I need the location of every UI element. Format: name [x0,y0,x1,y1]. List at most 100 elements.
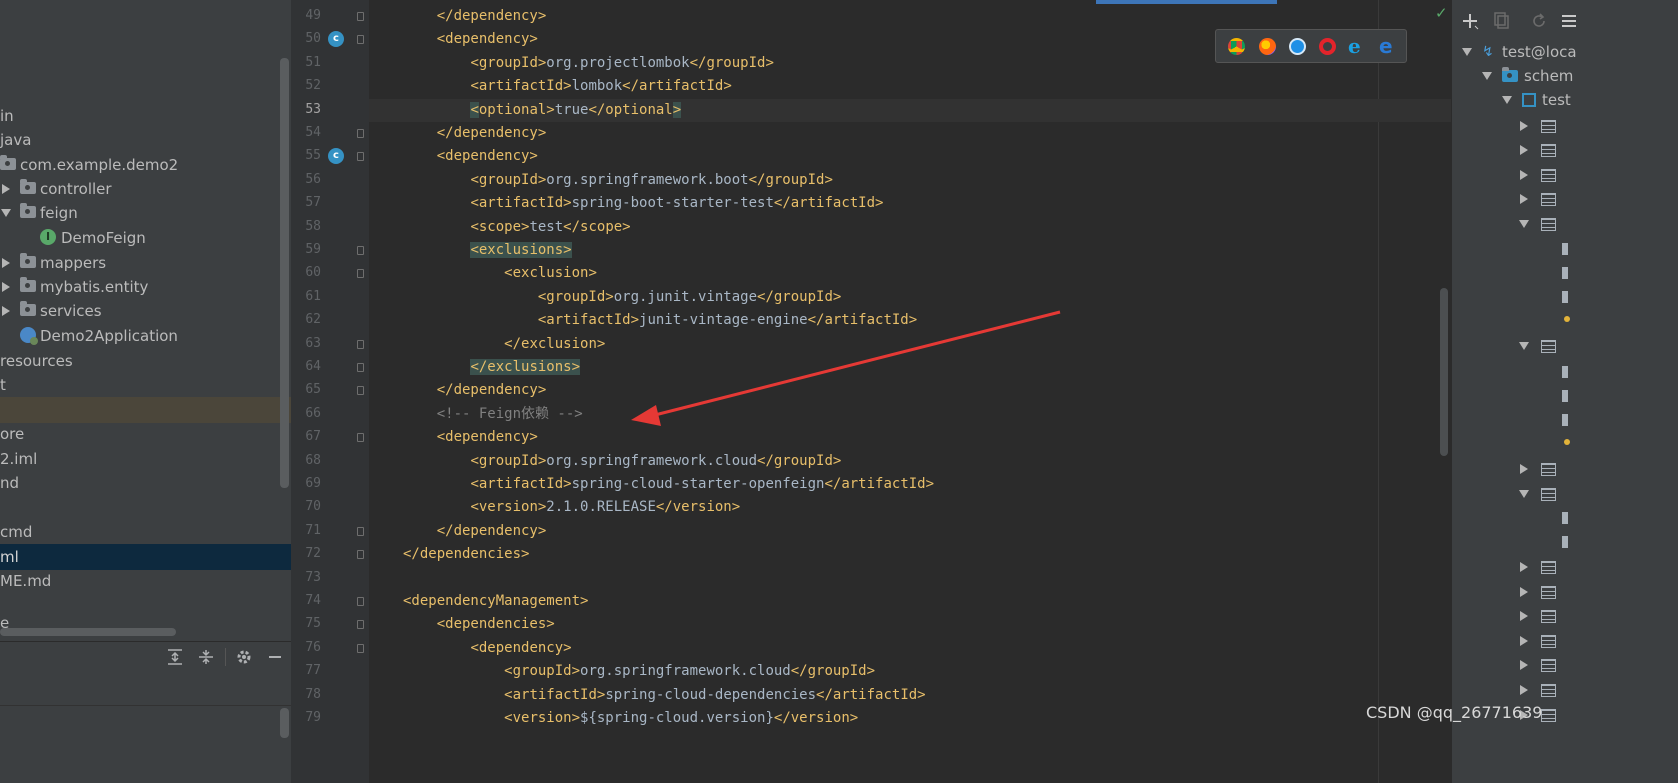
table-icon[interactable] [1541,635,1556,648]
tree-item-pom-xml[interactable]: ml [0,544,291,570]
line-number: 57 [305,195,321,211]
column-icon [1562,291,1568,303]
collapse-arrow-icon[interactable] [1482,72,1492,80]
expand-arrow-icon[interactable] [2,282,10,292]
tree-item-help-md[interactable]: nd [0,470,291,496]
vertical-scrollbar-bottom[interactable] [280,708,289,738]
table-icon[interactable] [1541,120,1556,133]
tree-item-controller[interactable]: controller [0,176,291,202]
tree-item-label: Demo2Application [40,327,178,345]
tree-item-services[interactable]: services [0,298,291,324]
collapse-arrow-icon[interactable] [1502,96,1512,104]
fold-marker-icon[interactable] [357,433,364,443]
properties-icon[interactable] [1560,12,1578,30]
fold-marker-icon[interactable] [357,339,364,349]
package-folder-icon [20,253,36,268]
tree-item-java[interactable]: java [0,127,291,153]
fold-marker-icon[interactable] [357,363,364,372]
collapse-arrow-icon[interactable] [1519,342,1529,350]
expand-arrow-icon[interactable] [1520,636,1528,646]
add-icon[interactable] [1462,12,1480,30]
table-icon[interactable] [1541,586,1556,599]
fold-marker-icon[interactable] [357,620,364,630]
copy-icon[interactable] [1494,12,1510,30]
dependency-update-icon[interactable]: c [328,31,344,48]
tree-item-package[interactable]: com.example.demo2 [0,152,291,178]
tree-item-mvnw-cmd[interactable]: cmd [0,519,291,545]
horizontal-scrollbar[interactable] [0,628,176,636]
tree-item-iml[interactable]: 2.iml [0,446,291,472]
fold-marker-icon[interactable] [357,129,364,138]
fold-marker-icon[interactable] [357,269,364,279]
expand-arrow-icon[interactable] [1520,145,1528,155]
tree-item-feign[interactable]: feign [0,200,291,226]
tree-item-highlighted[interactable] [0,397,291,423]
expand-arrow-icon[interactable] [1520,121,1528,131]
line-number: 59 [305,242,321,257]
fold-marker-icon[interactable] [357,35,364,45]
fold-marker-icon[interactable] [357,597,364,606]
fold-marker-icon[interactable] [357,643,364,653]
tree-item-mappers[interactable]: mappers [0,250,291,276]
expand-arrow-icon[interactable] [1520,660,1528,670]
table-icon[interactable] [1541,193,1556,206]
vertical-scrollbar[interactable] [280,58,289,488]
tree-item-demo2application[interactable]: Demo2Application [0,323,291,349]
tree-item-mvnw[interactable] [0,495,291,521]
tree-item-demofeign[interactable]: I DemoFeign [0,225,291,251]
collapse-arrow-icon[interactable] [1,209,11,217]
expand-arrow-icon[interactable] [1520,194,1528,204]
fold-marker-icon[interactable] [357,386,364,396]
minimize-icon[interactable] [266,648,284,666]
table-icon[interactable] [1541,169,1556,182]
table-icon[interactable] [1541,488,1556,501]
expand-arrow-icon[interactable] [1520,170,1528,180]
expand-arrow-icon[interactable] [1520,685,1528,695]
collapse-arrow-icon[interactable] [1462,48,1472,56]
table-icon[interactable] [1541,218,1556,231]
line-number: 65 [305,382,321,398]
expand-arrow-icon[interactable] [1520,611,1528,621]
table-icon[interactable] [1541,463,1556,476]
table-icon[interactable] [1541,144,1556,157]
collapse-arrow-icon[interactable] [1519,490,1529,498]
tree-item-label: feign [40,204,78,222]
dependency-update-icon[interactable]: c [328,148,344,165]
table-icon[interactable] [1541,659,1556,672]
tree-item-resources[interactable]: resources [0,348,291,374]
tree-item-test[interactable]: t [0,372,291,398]
collapse-arrow-icon[interactable] [1519,220,1529,228]
key-icon [1564,439,1570,445]
tree-item-label: mybatis.entity [40,278,149,296]
table-icon[interactable] [1541,709,1556,722]
package-folder-icon [20,179,36,194]
package-folder-icon [20,277,36,292]
expand-arrow-icon[interactable] [1520,587,1528,597]
tree-item-label: in [0,107,14,125]
collapse-all-icon[interactable] [197,648,215,666]
tree-item-main[interactable]: in [0,103,291,129]
table-icon[interactable] [1541,610,1556,623]
expand-arrow-icon[interactable] [2,258,10,268]
fold-marker-icon[interactable] [357,526,364,536]
expand-all-icon[interactable] [166,648,184,666]
fold-marker-icon[interactable] [357,246,364,255]
tree-item-mybatis-entity[interactable]: mybatis.entity [0,274,291,300]
line-number: 74 [305,593,321,608]
expand-arrow-icon[interactable] [2,306,10,316]
table-icon[interactable] [1541,561,1556,574]
fold-marker-icon[interactable] [357,550,364,560]
expand-arrow-icon[interactable] [2,184,10,194]
tree-item-readme[interactable]: ME.md [0,568,291,594]
expand-arrow-icon[interactable] [1520,464,1528,474]
line-number: 78 [305,686,321,702]
code-editor[interactable]: </dependency> <dependency> <groupId>org.… [369,0,1451,783]
table-icon[interactable] [1541,684,1556,697]
tree-item-gitignore[interactable]: ore [0,421,291,447]
gear-icon[interactable] [235,648,253,666]
table-icon[interactable] [1541,340,1556,353]
fold-marker-icon[interactable] [357,12,364,21]
expand-arrow-icon[interactable] [1520,562,1528,572]
refresh-icon[interactable] [1530,12,1548,30]
fold-marker-icon[interactable] [357,152,364,162]
